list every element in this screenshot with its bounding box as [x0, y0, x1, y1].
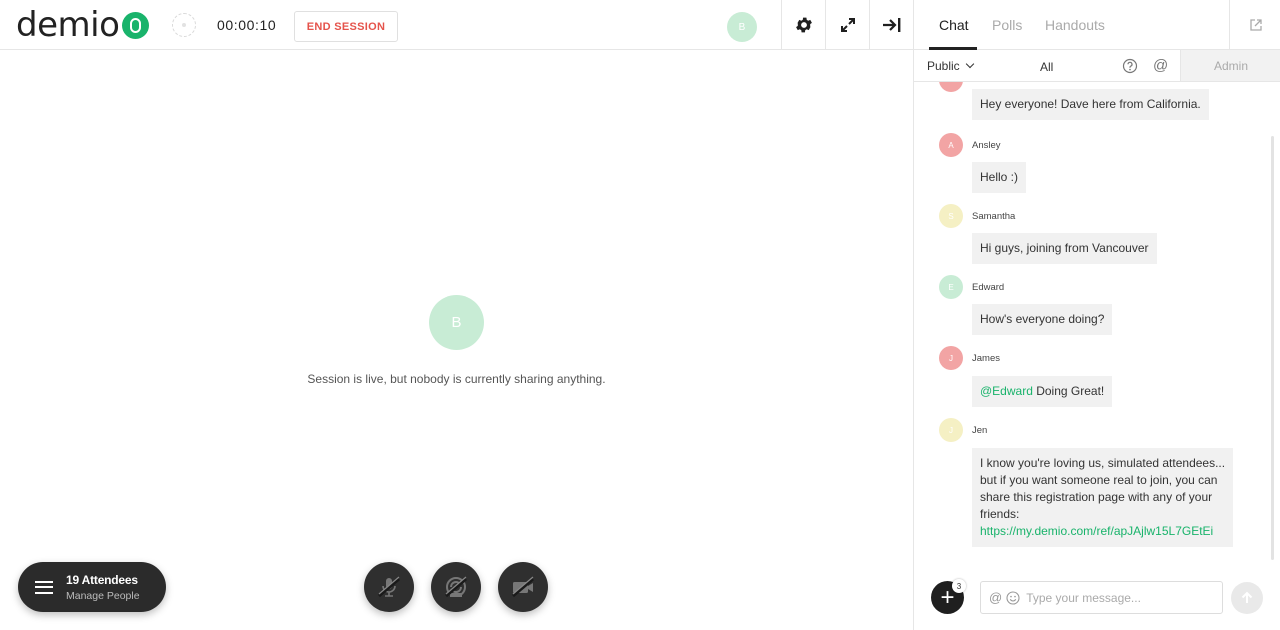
fullscreen-button[interactable]	[825, 0, 869, 50]
sender-name: Edward	[972, 282, 1005, 293]
panel-tabs: Chat Polls Handouts	[914, 0, 1280, 50]
screen-share-toggle-button[interactable]	[431, 562, 481, 612]
popout-button[interactable]	[1229, 0, 1280, 50]
chevron-down-icon	[965, 59, 974, 69]
mentions-icon[interactable]: @	[1153, 57, 1168, 74]
sender-name: Jen	[972, 425, 988, 436]
message-line: friends:	[980, 507, 1020, 521]
side-panel: Chat Polls Handouts Public All @ Admin H…	[913, 0, 1280, 630]
chat-compose: + 3 @ Type your message...	[914, 560, 1280, 630]
gear-icon	[795, 17, 812, 33]
host-avatar[interactable]: B	[727, 12, 757, 42]
message-text: Hey everyone! Dave here from California.	[972, 89, 1209, 120]
session-timer: 00:00:10	[217, 17, 277, 33]
external-link-icon	[1249, 19, 1262, 31]
microphone-off-icon	[378, 576, 400, 598]
chat-avatar: A	[939, 133, 963, 157]
chat-avatar: J	[939, 418, 963, 442]
message-text: I know you're loving us, simulated atten…	[972, 448, 1234, 547]
sender-name: Samantha	[972, 211, 1016, 222]
chat-message-input[interactable]: @ Type your message...	[980, 581, 1223, 614]
attendees-label-group: 19 Attendees Manage People	[66, 573, 140, 602]
microphone-toggle-button[interactable]	[364, 562, 414, 612]
chat-scrollbar[interactable]	[1271, 136, 1274, 560]
message-placeholder: Type your message...	[1026, 590, 1141, 605]
mention-icon[interactable]: @	[989, 590, 1002, 605]
message-text: @Edward Doing Great!	[972, 376, 1113, 407]
top-bar: demio 00:00:10 END SESSION B	[0, 0, 913, 50]
message-text: How's everyone doing?	[972, 304, 1113, 335]
demio-app: demio 00:00:10 END SESSION B B Session i…	[0, 0, 1280, 630]
registration-link[interactable]: https://my.demio.com/ref/apJAjlw15L7GEtE…	[980, 523, 1225, 540]
manage-people-label: Manage People	[66, 589, 140, 602]
message-text: Hi guys, joining from Vancouver	[972, 233, 1157, 264]
arrow-to-right-icon	[882, 18, 900, 32]
presenter-avatar: B	[429, 295, 484, 350]
message-line: share this registration page with any of…	[980, 490, 1213, 504]
chat-filter-bar: Public All @ Admin	[914, 50, 1280, 82]
chat-messages: Hey everyone! Dave here from California.…	[914, 82, 1280, 560]
message-body: Doing Great!	[1032, 384, 1105, 398]
mention-link[interactable]: @Edward	[980, 384, 1033, 398]
expand-icon	[840, 18, 855, 32]
tab-handouts[interactable]: Handouts	[1045, 17, 1105, 33]
admin-filter-button[interactable]: Admin	[1180, 50, 1280, 81]
logo-mic-icon	[122, 11, 150, 39]
question-icon[interactable]	[1122, 58, 1138, 74]
audience-filter[interactable]: All	[1040, 60, 1053, 74]
end-session-button[interactable]: END SESSION	[294, 11, 398, 42]
message-text: Hello :)	[972, 162, 1027, 193]
send-button[interactable]	[1231, 582, 1263, 614]
manage-attendees-button[interactable]: 19 Attendees Manage People	[18, 562, 166, 612]
message-line: but if you want someone real to join, yo…	[980, 473, 1218, 487]
camera-toggle-button[interactable]	[498, 562, 548, 612]
tab-chat[interactable]: Chat	[939, 17, 969, 33]
collapse-panel-button[interactable]	[869, 0, 913, 50]
visibility-label: Public	[927, 59, 960, 73]
tab-polls[interactable]: Polls	[992, 17, 1022, 33]
hamburger-icon	[35, 580, 53, 594]
sender-name: James	[972, 353, 1000, 364]
chat-avatar: E	[939, 275, 963, 299]
camera-off-icon	[512, 576, 534, 598]
attendee-count: 19 Attendees	[66, 572, 138, 587]
notification-badge: 3	[952, 579, 966, 593]
arrow-up-icon	[1241, 591, 1253, 603]
stage-area: B Session is live, but nobody is current…	[0, 50, 913, 630]
screen-share-off-icon	[445, 576, 467, 598]
settings-button[interactable]	[781, 0, 825, 50]
chat-avatar	[939, 82, 963, 92]
chat-avatar: S	[939, 204, 963, 228]
sender-name: Ansley	[972, 140, 1001, 151]
stage-status-message: Session is live, but nobody is currently…	[307, 372, 606, 386]
demio-logo: demio	[16, 5, 150, 45]
emoji-icon[interactable]	[1006, 590, 1020, 605]
recording-indicator-icon[interactable]	[172, 13, 196, 37]
logo-text: demio	[16, 5, 120, 45]
visibility-dropdown[interactable]: Public	[927, 59, 974, 73]
chat-avatar: J	[939, 346, 963, 370]
message-line: I know you're loving us, simulated atten…	[980, 456, 1226, 470]
